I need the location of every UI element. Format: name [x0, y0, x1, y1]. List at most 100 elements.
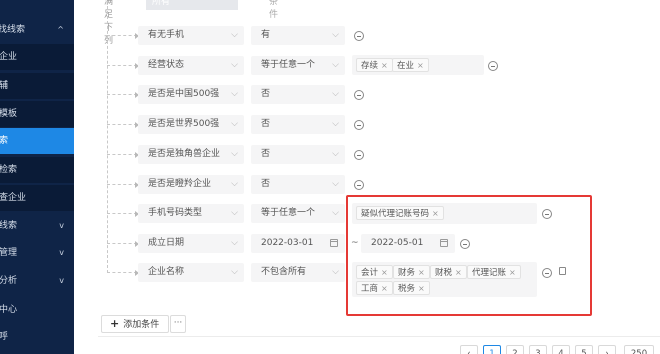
chevron-down-icon: ⌵	[332, 179, 339, 189]
remove-condition-icon[interactable]	[354, 90, 364, 100]
field-select[interactable]: 企业名称 ⌵	[138, 263, 244, 282]
field-select[interactable]: 手机号码类型 ⌵	[138, 204, 244, 223]
sidebar-item-analysis[interactable]: 分析 v	[0, 268, 74, 294]
chevron-up-icon: ^	[57, 25, 64, 34]
close-icon[interactable]: ×	[381, 61, 388, 70]
field-select[interactable]: 是否是瞪羚企业 ⌵	[138, 175, 244, 194]
field-value: 是否是独角兽企业	[148, 149, 221, 159]
operator-select[interactable]: 否 ⌵	[251, 115, 345, 134]
chevron-down-icon: ⌵	[231, 89, 238, 99]
condition-mode-select[interactable]: 所有	[146, 0, 238, 10]
operator-select[interactable]: 等于任意一个 ⌵	[251, 204, 345, 223]
sidebar-item-retrieve[interactable]: 检索	[0, 157, 74, 183]
chevron-down-icon: ⌵	[231, 267, 238, 277]
tag-text: 存续	[361, 61, 379, 71]
operator-select[interactable]: 否 ⌵	[251, 175, 345, 194]
value-tag: 存续 ×	[356, 58, 393, 72]
operator-select[interactable]: 否 ⌵	[251, 145, 345, 164]
sidebar-item-search[interactable]: 索	[0, 128, 74, 154]
field-select[interactable]: 是否是独角兽企业 ⌵	[138, 145, 244, 164]
field-select[interactable]: 是否是世界500强 ⌵	[138, 115, 244, 134]
operator-value: 不包含所有	[261, 267, 307, 277]
operator-select[interactable]: 否 ⌵	[251, 85, 345, 104]
chevron-down-icon: ⌵	[332, 89, 339, 99]
sidebar-item-template[interactable]: 模板	[0, 101, 74, 127]
operator-value: 有	[261, 30, 271, 40]
operator-select[interactable]: 等于任意一个 ⌵	[251, 56, 345, 75]
tree-branch	[107, 152, 139, 158]
field-select[interactable]: 经营状态 ⌵	[138, 56, 244, 75]
field-select[interactable]: 有无手机 ⌵	[138, 26, 244, 45]
page-3-button[interactable]: 3	[529, 345, 547, 354]
field-value: 是否是中国500强	[148, 89, 220, 99]
condition-mode-label: 满足下列	[104, 0, 114, 46]
operator-value: 等于任意一个	[261, 208, 316, 218]
field-select[interactable]: 是否是中国500强 ⌵	[138, 85, 244, 104]
operator-select[interactable]: 不包含所有 ⌵	[251, 263, 345, 282]
chevron-down-icon: v	[59, 248, 64, 257]
sidebar-item-find-leads[interactable]: 找线索 ^	[0, 17, 74, 43]
sidebar-item-leads[interactable]: 线索 v	[0, 213, 74, 239]
tree-branch	[107, 211, 139, 217]
sidebar-item-label: 中心	[0, 305, 18, 315]
remove-condition-icon[interactable]	[488, 61, 498, 71]
date-from-input[interactable]: 2022-03-01	[251, 234, 345, 253]
field-value: 是否是世界500强	[148, 119, 220, 129]
field-select[interactable]: 成立日期 ⌵	[138, 234, 244, 253]
chevron-down-icon: ⌵	[231, 119, 238, 129]
field-value: 有无手机	[148, 30, 185, 40]
page-4-button[interactable]: 4	[552, 345, 570, 354]
prev-page-button[interactable]: ‹	[460, 345, 478, 354]
sidebar-item-label: 线索	[0, 221, 18, 231]
page-2-button[interactable]: 2	[506, 345, 524, 354]
sidebar-item-check-enterprise[interactable]: 查企业	[0, 185, 74, 211]
date-from-value: 2022-03-01	[261, 238, 314, 248]
next-page-button[interactable]: ›	[598, 345, 616, 354]
condition-mode-suffix: 条件	[269, 0, 279, 20]
value-tag: 在业 ×	[392, 58, 429, 72]
chevron-down-icon: ⌵	[332, 60, 339, 70]
operator-value: 否	[261, 179, 271, 189]
chevron-down-icon: ⌵	[231, 238, 238, 248]
value-tag-input[interactable]: 存续 × 在业 ×	[352, 55, 484, 75]
chevron-down-icon: ⌵	[231, 149, 238, 159]
chevron-down-icon: ⌵	[332, 30, 339, 40]
sidebar-item-label: 企业	[0, 52, 18, 62]
tree-branch	[107, 63, 139, 69]
sidebar-item-enterprise[interactable]: 企业	[0, 44, 74, 70]
plus-icon: +	[110, 317, 120, 330]
remove-condition-icon[interactable]	[354, 180, 364, 190]
tree-connector	[107, 6, 108, 273]
remove-condition-icon[interactable]	[354, 150, 364, 160]
add-condition-button[interactable]: + 添加条件	[101, 315, 169, 333]
chevron-down-icon: v	[59, 276, 64, 285]
tree-branch	[107, 182, 139, 188]
add-condition-label: 添加条件	[123, 320, 160, 330]
sidebar-item-assist[interactable]: 辅	[0, 73, 74, 99]
operator-value: 否	[261, 149, 271, 159]
operator-value: 否	[261, 89, 271, 99]
operator-value: 等于任意一个	[261, 60, 316, 70]
tree-branch	[107, 33, 139, 39]
chevron-down-icon: ⌵	[332, 267, 339, 277]
sidebar-item-management[interactable]: 管理 v	[0, 240, 74, 266]
sidebar-item-label: 呼	[0, 332, 9, 342]
remove-condition-icon[interactable]	[354, 120, 364, 130]
more-button[interactable]: ···	[170, 315, 186, 333]
page-1-button[interactable]: 1	[483, 345, 501, 354]
divider	[98, 336, 660, 337]
tree-branch	[107, 122, 139, 128]
highlight-box	[346, 195, 592, 316]
page-size-select[interactable]: 250	[624, 345, 654, 354]
sidebar-item-center[interactable]: 中心	[0, 297, 74, 323]
field-value: 手机号码类型	[148, 208, 203, 218]
chevron-down-icon: v	[59, 221, 64, 230]
page-5-button[interactable]: 5	[575, 345, 593, 354]
operator-select[interactable]: 有 ⌵	[251, 26, 345, 45]
tree-branch	[107, 270, 139, 276]
remove-condition-icon[interactable]	[354, 31, 364, 41]
sidebar-item-call[interactable]: 呼	[0, 324, 74, 350]
close-icon[interactable]: ×	[417, 61, 424, 70]
main-panel: 满足下列 所有 条件 有无手机 ⌵ 有 ⌵ 经营状态 ⌵ 等于任意一个 ⌵ 存续 × 在业…	[74, 0, 660, 354]
chevron-down-icon: ⌵	[231, 179, 238, 189]
